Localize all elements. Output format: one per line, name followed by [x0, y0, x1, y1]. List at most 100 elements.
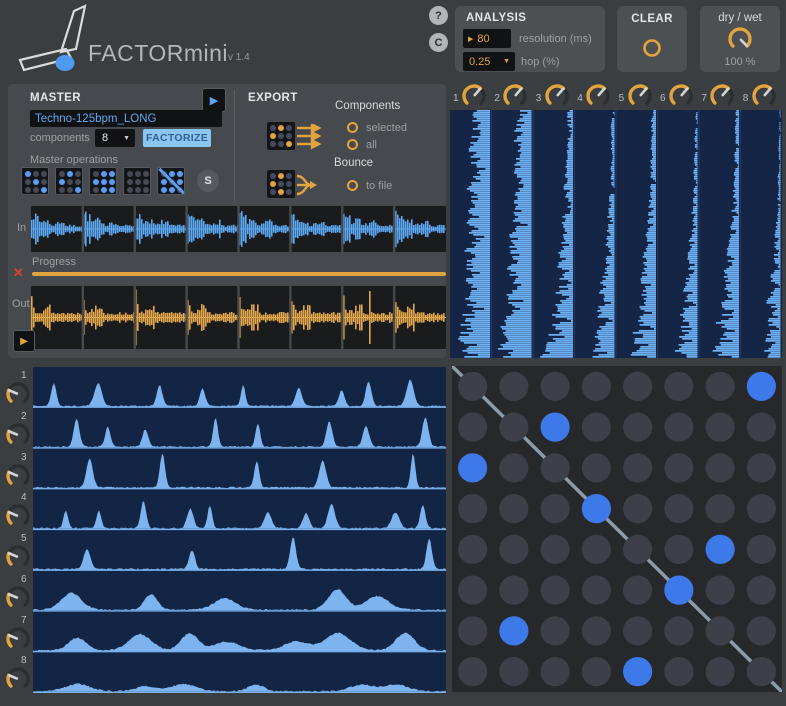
matrix-cell-1-4[interactable] — [582, 372, 611, 401]
matrix-cell-8-2[interactable] — [499, 657, 528, 686]
matrix-cell-2-8[interactable] — [747, 413, 776, 442]
component-gain-knob-left-4[interactable] — [5, 503, 31, 529]
radio-all[interactable] — [347, 139, 358, 150]
components-dropdown[interactable]: 8 ▼ — [95, 129, 135, 147]
component-gain-knob-top-4[interactable] — [585, 83, 611, 109]
matrix-cell-6-2[interactable] — [499, 576, 528, 605]
operation-button-clear-all[interactable] — [123, 167, 151, 195]
component-gain-knob-left-6[interactable] — [5, 585, 31, 611]
matrix-cell-8-5[interactable] — [623, 657, 652, 686]
matrix-cell-4-6[interactable] — [664, 494, 693, 523]
matrix-cell-2-1[interactable] — [458, 413, 487, 442]
operation-button-permute[interactable] — [55, 167, 83, 195]
matrix-cell-2-6[interactable] — [664, 413, 693, 442]
resolution-numberbox[interactable]: ▶ 80 — [463, 29, 511, 48]
matrix-cell-6-7[interactable] — [706, 576, 735, 605]
component-gain-knob-top-1[interactable] — [461, 83, 487, 109]
drywet-knob-dial[interactable] — [727, 26, 753, 52]
matrix-cell-6-3[interactable] — [541, 576, 570, 605]
matrix-cell-3-6[interactable] — [664, 453, 693, 482]
export-components-icon[interactable] — [267, 122, 295, 150]
component-gain-knob-left-7[interactable] — [5, 626, 31, 652]
matrix-cell-3-2[interactable] — [499, 453, 528, 482]
cancel-button[interactable]: ✕ — [13, 265, 24, 281]
matrix-cell-8-3[interactable] — [541, 657, 570, 686]
matrix-cell-3-4[interactable] — [582, 453, 611, 482]
matrix-cell-1-5[interactable] — [623, 372, 652, 401]
master-play-button[interactable]: ▶ — [202, 88, 226, 112]
matrix-cell-4-1[interactable] — [458, 494, 487, 523]
out-play-button[interactable]: ▶ — [13, 330, 35, 352]
matrix-cell-5-1[interactable] — [458, 535, 487, 564]
matrix-cell-6-6[interactable] — [664, 576, 693, 605]
component-gain-knob-left-2[interactable] — [5, 422, 31, 448]
matrix-cell-4-2[interactable] — [499, 494, 528, 523]
radio-to-file[interactable] — [347, 180, 358, 191]
component-gain-knob-top-8[interactable] — [751, 83, 777, 109]
matrix-cell-5-2[interactable] — [499, 535, 528, 564]
clear-button[interactable] — [641, 37, 663, 59]
matrix-cell-3-5[interactable] — [623, 453, 652, 482]
matrix-cell-1-8[interactable] — [747, 372, 776, 401]
matrix-cell-2-5[interactable] — [623, 413, 652, 442]
matrix-cell-7-7[interactable] — [706, 616, 735, 645]
matrix-cell-1-7[interactable] — [706, 372, 735, 401]
component-gain-knob-left-3[interactable] — [5, 463, 31, 489]
matrix-cell-6-8[interactable] — [747, 576, 776, 605]
matrix-cell-3-3[interactable] — [541, 453, 570, 482]
component-gain-knob-left-8[interactable] — [5, 666, 31, 692]
matrix-cell-2-3[interactable] — [541, 413, 570, 442]
matrix-cell-1-2[interactable] — [499, 372, 528, 401]
operation-button-identity[interactable] — [21, 167, 49, 195]
matrix-cell-6-1[interactable] — [458, 576, 487, 605]
matrix-cell-1-1[interactable] — [458, 372, 487, 401]
matrix-cell-8-8[interactable] — [747, 657, 776, 686]
matrix-cell-2-4[interactable] — [582, 413, 611, 442]
matrix-cell-7-5[interactable] — [623, 616, 652, 645]
filename-field[interactable]: Techno-125bpm_LONG — [30, 110, 222, 127]
matrix-cell-5-3[interactable] — [541, 535, 570, 564]
matrix-cell-2-7[interactable] — [706, 413, 735, 442]
component-gain-knob-top-7[interactable] — [709, 83, 735, 109]
component-gain-knob-top-3[interactable] — [544, 83, 570, 109]
component-gain-knob-left-5[interactable] — [5, 544, 31, 570]
component-gain-knob-top-2[interactable] — [502, 83, 528, 109]
matrix-cell-7-3[interactable] — [541, 616, 570, 645]
operation-button-fill[interactable] — [89, 167, 117, 195]
drywet-knob[interactable] — [727, 26, 753, 52]
matrix-cell-5-8[interactable] — [747, 535, 776, 564]
matrix-cell-3-7[interactable] — [706, 453, 735, 482]
matrix-cell-6-5[interactable] — [623, 576, 652, 605]
matrix-cell-8-7[interactable] — [706, 657, 735, 686]
matrix-cell-5-5[interactable] — [623, 535, 652, 564]
component-gain-knob-top-5[interactable] — [627, 83, 653, 109]
matrix-cell-5-4[interactable] — [582, 535, 611, 564]
matrix-cell-7-2[interactable] — [499, 616, 528, 645]
matrix-cell-7-1[interactable] — [458, 616, 487, 645]
matrix-cell-5-7[interactable] — [706, 535, 735, 564]
matrix-cell-7-6[interactable] — [664, 616, 693, 645]
matrix-cell-3-1[interactable] — [458, 453, 487, 482]
matrix-cell-1-6[interactable] — [664, 372, 693, 401]
export-bounce-icon[interactable] — [267, 170, 295, 198]
matrix-cell-7-4[interactable] — [582, 616, 611, 645]
matrix-cell-8-4[interactable] — [582, 657, 611, 686]
matrix-cell-1-3[interactable] — [541, 372, 570, 401]
matrix-cell-8-1[interactable] — [458, 657, 487, 686]
matrix-cell-4-7[interactable] — [706, 494, 735, 523]
solo-button[interactable]: S — [197, 170, 219, 192]
matrix-cell-4-3[interactable] — [541, 494, 570, 523]
matrix-cell-7-8[interactable] — [747, 616, 776, 645]
credits-button[interactable]: C — [429, 33, 448, 52]
matrix-cell-3-8[interactable] — [747, 453, 776, 482]
matrix-cell-4-8[interactable] — [747, 494, 776, 523]
component-gain-knob-left-1[interactable] — [5, 381, 31, 407]
matrix-cell-5-6[interactable] — [664, 535, 693, 564]
matrix-cell-2-2[interactable] — [499, 413, 528, 442]
operation-button-invert-diagonal[interactable] — [157, 167, 185, 195]
component-gain-knob-top-6[interactable] — [668, 83, 694, 109]
help-button[interactable]: ? — [429, 6, 448, 25]
factorize-button[interactable]: FACTORIZE — [143, 129, 211, 147]
matrix-cell-8-6[interactable] — [664, 657, 693, 686]
radio-selected[interactable] — [347, 122, 358, 133]
